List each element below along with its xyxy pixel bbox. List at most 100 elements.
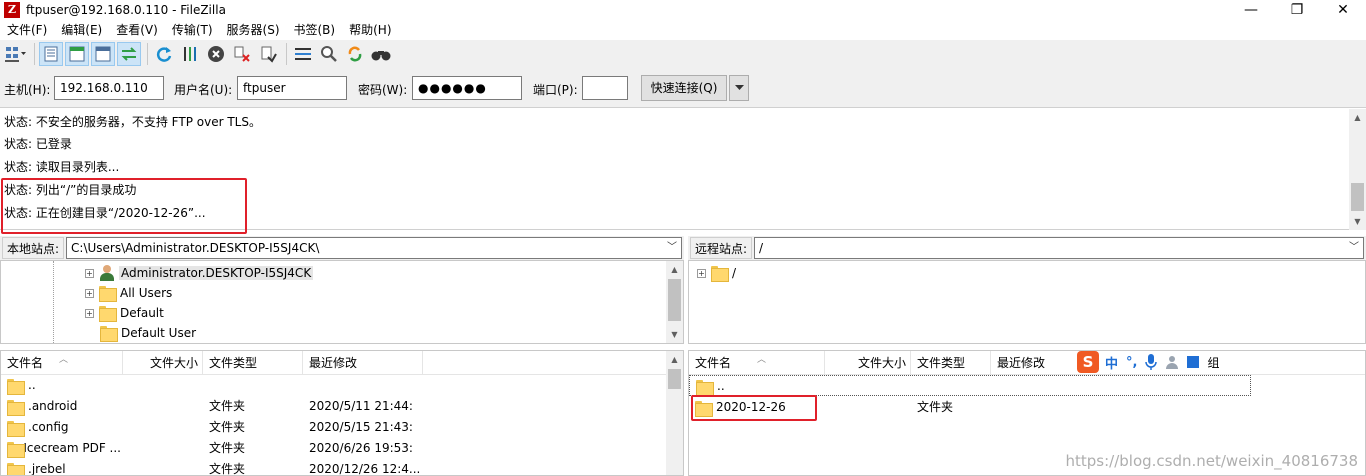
binoculars-icon[interactable] (369, 42, 393, 66)
remote-list-header: 文件名 ︿ 文件大小 文件类型 最近修改 (689, 351, 1365, 375)
sync-browsing-icon[interactable] (343, 42, 367, 66)
folder-icon (696, 379, 714, 396)
toolbar-separator (34, 43, 35, 65)
menu-server[interactable]: 服务器(S) (220, 20, 287, 40)
table-row[interactable]: .. (689, 375, 1251, 396)
username-label: 用户名(U): (174, 83, 233, 97)
scroll-up-icon[interactable]: ▲ (1349, 109, 1366, 126)
column-modified[interactable]: 最近修改 (303, 351, 423, 375)
search-icon[interactable] (317, 42, 341, 66)
ime-punctuation-toggle[interactable]: °, (1126, 355, 1137, 370)
toggle-message-log-icon[interactable] (39, 42, 63, 66)
menu-view[interactable]: 查看(V) (109, 20, 165, 40)
minimize-button[interactable]: — (1228, 0, 1274, 20)
file-name-cell: .jrebel (7, 459, 121, 475)
port-input[interactable] (582, 76, 628, 100)
scrollbar-thumb[interactable] (668, 369, 681, 389)
menu-bookmarks[interactable]: 书签(B) (287, 20, 343, 40)
file-type: 文件夹 (917, 400, 954, 414)
menu-file[interactable]: 文件(F) (0, 20, 54, 40)
table-row[interactable]: .Icecream PDF ... 文件夹 2020/6/26 19:53: (1, 438, 683, 459)
column-name[interactable]: 文件名 ︿ (1, 351, 123, 375)
scroll-up-icon[interactable]: ▲ (666, 351, 683, 368)
file-name: .. (28, 378, 36, 392)
tree-node[interactable]: + All Users (85, 283, 172, 303)
local-path-text: C:\Users\Administrator.DESKTOP-I5SJ4CK\ (71, 241, 320, 255)
user-profile-icon[interactable] (1165, 355, 1179, 369)
ime-toolbar[interactable]: S 中 °, 组 (1077, 351, 1220, 373)
menu-edit[interactable]: 编辑(E) (54, 20, 109, 40)
expand-icon[interactable]: + (697, 268, 706, 278)
expand-icon[interactable]: + (85, 308, 94, 318)
quickconnect-bar: 主机(H): 用户名(U): 密码(W): 端口(P): 快速连接(Q) (0, 68, 1366, 108)
process-queue-icon[interactable] (178, 42, 202, 66)
cancel-operation-icon[interactable] (204, 42, 228, 66)
column-size[interactable]: 文件大小 (123, 351, 203, 375)
chevron-down-icon[interactable]: ﹀ (667, 238, 677, 258)
sogou-logo-icon[interactable]: S (1077, 351, 1099, 373)
local-path-input[interactable]: C:\Users\Administrator.DESKTOP-I5SJ4CK\ … (66, 237, 682, 259)
tree-node[interactable]: + Default (85, 303, 164, 323)
chevron-down-icon[interactable]: ﹀ (1349, 238, 1359, 258)
column-type[interactable]: 文件类型 (203, 351, 303, 375)
toggle-transfer-queue-icon[interactable] (117, 42, 141, 66)
tree-node[interactable]: + / (697, 263, 736, 283)
toggle-remote-tree-icon[interactable] (91, 42, 115, 66)
scrollbar-thumb[interactable] (668, 279, 681, 321)
local-site-label: 本地站点: (2, 237, 65, 259)
folder-icon (7, 378, 25, 395)
file-name-cell: .. (696, 376, 816, 397)
file-type: 文件夹 (209, 420, 246, 434)
table-row[interactable]: .jrebel 文件夹 2020/12/26 12:4... (1, 459, 683, 475)
ime-language-toggle[interactable]: 中 (1105, 353, 1118, 372)
sort-ascending-icon: ︿ (757, 355, 767, 365)
table-row[interactable]: .config 文件夹 2020/5/15 21:43: (1, 417, 683, 438)
column-name[interactable]: 文件名 ︿ (689, 351, 825, 375)
menu-help[interactable]: 帮助(H) (342, 20, 398, 40)
toggle-local-tree-icon[interactable] (65, 42, 89, 66)
local-tree-scrollbar[interactable]: ▲ ▼ (666, 261, 683, 343)
close-button[interactable]: ✕ (1320, 0, 1366, 20)
file-type: 文件夹 (209, 441, 246, 455)
tree-node-label: / (732, 266, 737, 280)
restore-button[interactable]: ❐ (1274, 0, 1320, 20)
local-file-list[interactable]: 文件名 ︿ 文件大小 文件类型 最近修改 .. .android 文件夹 2020… (0, 350, 684, 476)
local-list-scrollbar[interactable]: ▲ (666, 351, 683, 475)
expand-icon[interactable]: + (85, 288, 94, 298)
remote-path-input[interactable]: / ﹀ (754, 237, 1364, 259)
column-size[interactable]: 文件大小 (825, 351, 911, 375)
tree-node[interactable]: + Administrator.DESKTOP-I5SJ4CK (85, 263, 314, 283)
host-label: 主机(H): (4, 83, 51, 97)
quickconnect-button[interactable]: 快速连接(Q) (641, 75, 727, 101)
scroll-down-icon[interactable]: ▼ (1349, 213, 1366, 230)
remote-directory-tree[interactable]: + / (688, 260, 1366, 344)
table-row[interactable]: .android 文件夹 2020/5/11 21:44: (1, 396, 683, 417)
scroll-up-icon[interactable]: ▲ (666, 261, 683, 278)
log-scrollbar-thumb[interactable] (1351, 183, 1364, 211)
tree-node[interactable]: Default User (100, 323, 196, 343)
column-type[interactable]: 文件类型 (911, 351, 991, 375)
password-input[interactable] (412, 76, 522, 100)
microphone-icon[interactable] (1145, 354, 1158, 370)
menu-transfer[interactable]: 传输(T) (165, 20, 220, 40)
file-name-cell: .android (7, 396, 121, 417)
log-scrollbar[interactable]: ▲ ▼ (1349, 109, 1366, 230)
tree-node-label: Default (120, 306, 164, 320)
quickconnect-dropdown-button[interactable] (729, 75, 749, 101)
column-name-label: 文件名 (7, 356, 44, 370)
file-modified: 2020/6/26 19:53: (309, 441, 413, 455)
disconnect-icon[interactable] (230, 42, 254, 66)
toolbar-separator (286, 43, 287, 65)
local-directory-tree[interactable]: + Administrator.DESKTOP-I5SJ4CK + All Us… (0, 260, 684, 344)
scroll-down-icon[interactable]: ▼ (666, 326, 683, 343)
table-row[interactable]: .. (1, 375, 683, 396)
host-input[interactable] (54, 76, 164, 100)
reconnect-icon[interactable] (256, 42, 280, 66)
expand-icon[interactable]: + (85, 268, 94, 278)
site-manager-icon[interactable] (4, 42, 28, 66)
folder-icon (99, 306, 117, 322)
refresh-icon[interactable] (152, 42, 176, 66)
ime-toolbox-icon[interactable] (1187, 356, 1200, 368)
filter-icon[interactable] (291, 42, 315, 66)
username-input[interactable] (237, 76, 347, 100)
